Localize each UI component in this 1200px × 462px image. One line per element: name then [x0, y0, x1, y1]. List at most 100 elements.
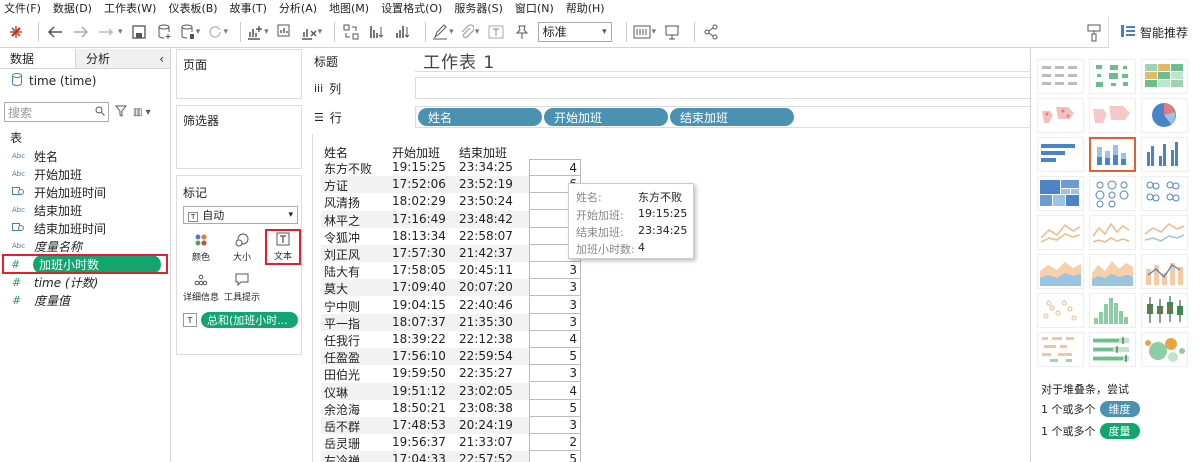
attach-icon[interactable]: ▾	[460, 21, 480, 43]
menu-file[interactable]: 文件(F)	[4, 0, 41, 16]
marks-detail-button[interactable]: 详细信息	[183, 270, 219, 306]
table-row[interactable]: 莫大 17:09:40 20:07:20 3	[321, 279, 581, 297]
line-continuous-thumb[interactable]	[1037, 215, 1084, 250]
pages-card[interactable]: 页面	[176, 49, 302, 99]
heat-map-thumb[interactable]	[1089, 59, 1136, 94]
symbol-map-thumb[interactable]	[1037, 98, 1084, 133]
new-worksheet-icon[interactable]: ▾	[247, 21, 269, 43]
table-row[interactable]: 陆大有 17:58:05 20:45:11 3	[321, 262, 581, 280]
new-datasource-icon[interactable]	[155, 21, 175, 43]
format-painter-icon[interactable]	[1084, 22, 1104, 44]
menu-server[interactable]: 服务器(S)	[454, 0, 503, 16]
table-row[interactable]: 林平之17:16:4923:48:426	[321, 210, 581, 228]
menu-help[interactable]: 帮助(H)	[566, 0, 605, 16]
pin-icon[interactable]	[512, 21, 532, 43]
row-pill-name[interactable]: 姓名	[418, 108, 542, 126]
menu-dashboard[interactable]: 仪表板(B)	[168, 0, 217, 16]
marks-text-button[interactable]: 文本	[265, 229, 301, 265]
histogram-thumb[interactable]	[1089, 293, 1136, 328]
cell-hours[interactable]: 4	[529, 331, 581, 348]
collapse-pane-icon[interactable]: ‹	[159, 52, 164, 66]
table-row[interactable]: 仪琳 19:51:12 23:02:05 4	[321, 382, 581, 400]
table-row[interactable]: 任我行 18:39:22 22:12:38 4	[321, 331, 581, 348]
menu-analysis[interactable]: 分析(A)	[279, 0, 317, 16]
marks-tooltip-button[interactable]: 工具提示	[224, 270, 260, 306]
field-search-input[interactable]: 搜索	[4, 102, 109, 122]
mark-type-select[interactable]: T 自动 ▾	[183, 206, 298, 224]
menu-data[interactable]: 数据(D)	[53, 0, 92, 16]
cell-hours[interactable]: 5	[529, 451, 581, 462]
bullet-graph-thumb[interactable]	[1089, 332, 1136, 367]
table-row[interactable]: 风清扬18:02:2923:50:245	[321, 193, 581, 211]
menu-map[interactable]: 地图(M)	[329, 0, 369, 16]
cell-hours[interactable]: 3	[529, 262, 581, 280]
line-discrete-thumb[interactable]	[1089, 215, 1136, 250]
clear-sheet-icon[interactable]: ▾	[301, 21, 322, 43]
area-continuous-thumb[interactable]	[1037, 254, 1084, 289]
sort-descending-icon[interactable]	[393, 21, 413, 43]
cell-hours[interactable]: 3	[529, 279, 581, 297]
cell-hours[interactable]: 4	[529, 159, 581, 176]
field-item[interactable]: Abc 姓名	[0, 147, 170, 165]
row-pill-end[interactable]: 结束加班	[670, 108, 794, 126]
presentation-mode-icon[interactable]	[662, 21, 682, 43]
fit-select[interactable]: 标准 ▾	[537, 21, 612, 42]
stacked-bar-thumb[interactable]	[1089, 137, 1136, 172]
filter-icon[interactable]	[114, 105, 128, 120]
table-row[interactable]: 岳不群 17:48:53 20:24:19 3	[321, 417, 581, 434]
cell-hours[interactable]: 3	[529, 296, 581, 314]
table-row[interactable]: 平一指 18:07:37 21:35:30 3	[321, 313, 581, 331]
menu-window[interactable]: 窗口(N)	[515, 0, 554, 16]
share-icon[interactable]	[701, 21, 721, 43]
table-row[interactable]: 任盈盈 17:56:10 22:59:54 5	[321, 348, 581, 366]
show-cards-icon[interactable]: ▾	[633, 21, 656, 43]
table-row[interactable]: 刘正风17:57:3021:42:374	[321, 245, 581, 262]
marks-size-button[interactable]: 大小	[224, 230, 260, 266]
cell-hours[interactable]: 3	[529, 417, 581, 434]
text-table-thumb[interactable]	[1037, 59, 1084, 94]
cell-hours[interactable]: 3	[529, 365, 581, 383]
field-item[interactable]: Abc 度量名称	[0, 237, 170, 255]
horizontal-bar-thumb[interactable]	[1037, 137, 1084, 172]
field-item[interactable]: # 度量值	[0, 291, 170, 309]
sort-ascending-icon[interactable]	[367, 21, 387, 43]
gantt-thumb[interactable]	[1037, 332, 1084, 367]
cell-hours[interactable]: 2	[529, 434, 581, 452]
circle-view-thumb[interactable]	[1089, 176, 1136, 211]
marks-color-button[interactable]: 颜色	[183, 230, 219, 266]
scatter-plot-thumb[interactable]	[1037, 293, 1084, 328]
datasource-item[interactable]: time (time)	[0, 69, 170, 93]
table-row[interactable]: 左冷禅 17:04:33 22:57:52 5	[321, 451, 581, 462]
smart-recommend-tab[interactable]: 智能推荐	[1108, 16, 1200, 48]
menu-story[interactable]: 故事(T)	[230, 0, 267, 16]
menu-worksheet[interactable]: 工作表(W)	[104, 0, 156, 16]
box-whisker-thumb[interactable]	[1141, 293, 1188, 328]
field-item[interactable]: # time (计数)	[0, 273, 170, 291]
pause-auto-update-icon[interactable]: ▾	[181, 21, 201, 43]
field-item[interactable]: Abc 开始加班	[0, 165, 170, 183]
swap-rows-columns-icon[interactable]	[341, 21, 361, 43]
side-by-side-circle-thumb[interactable]	[1141, 176, 1188, 211]
marks-text-pill[interactable]: T 总和(加班小时...	[183, 312, 298, 328]
filters-card[interactable]: 筛选器	[176, 105, 302, 169]
tableau-logo-icon[interactable]	[6, 21, 26, 43]
dual-combination-thumb[interactable]	[1141, 254, 1188, 289]
area-discrete-thumb[interactable]	[1089, 254, 1136, 289]
table-row[interactable]: 田伯光 19:59:50 22:35:27 3	[321, 365, 581, 383]
redo-icon[interactable]	[71, 21, 91, 43]
dual-line-thumb[interactable]	[1141, 215, 1188, 250]
filled-map-thumb[interactable]	[1089, 98, 1136, 133]
table-row[interactable]: 东方不败 19:15:25 23:34:25 4	[321, 159, 581, 176]
cell-hours[interactable]: 5	[529, 348, 581, 366]
tab-data[interactable]: 数据	[0, 49, 76, 68]
cell-hours[interactable]: 5	[529, 399, 581, 417]
highlight-pen-icon[interactable]: ▾	[432, 21, 454, 43]
cell-hours[interactable]: 4	[529, 382, 581, 400]
field-item[interactable]: 结束加班时间	[0, 219, 170, 237]
row-pill-start[interactable]: 开始加班	[544, 108, 668, 126]
show-labels-icon[interactable]	[486, 21, 506, 43]
pie-chart-thumb[interactable]	[1141, 98, 1188, 133]
table-row[interactable]: 余沧海 18:50:21 23:08:38 5	[321, 399, 581, 417]
table-row[interactable]: 方证17:52:0623:52:196	[321, 176, 581, 194]
treemap-thumb[interactable]	[1037, 176, 1084, 211]
